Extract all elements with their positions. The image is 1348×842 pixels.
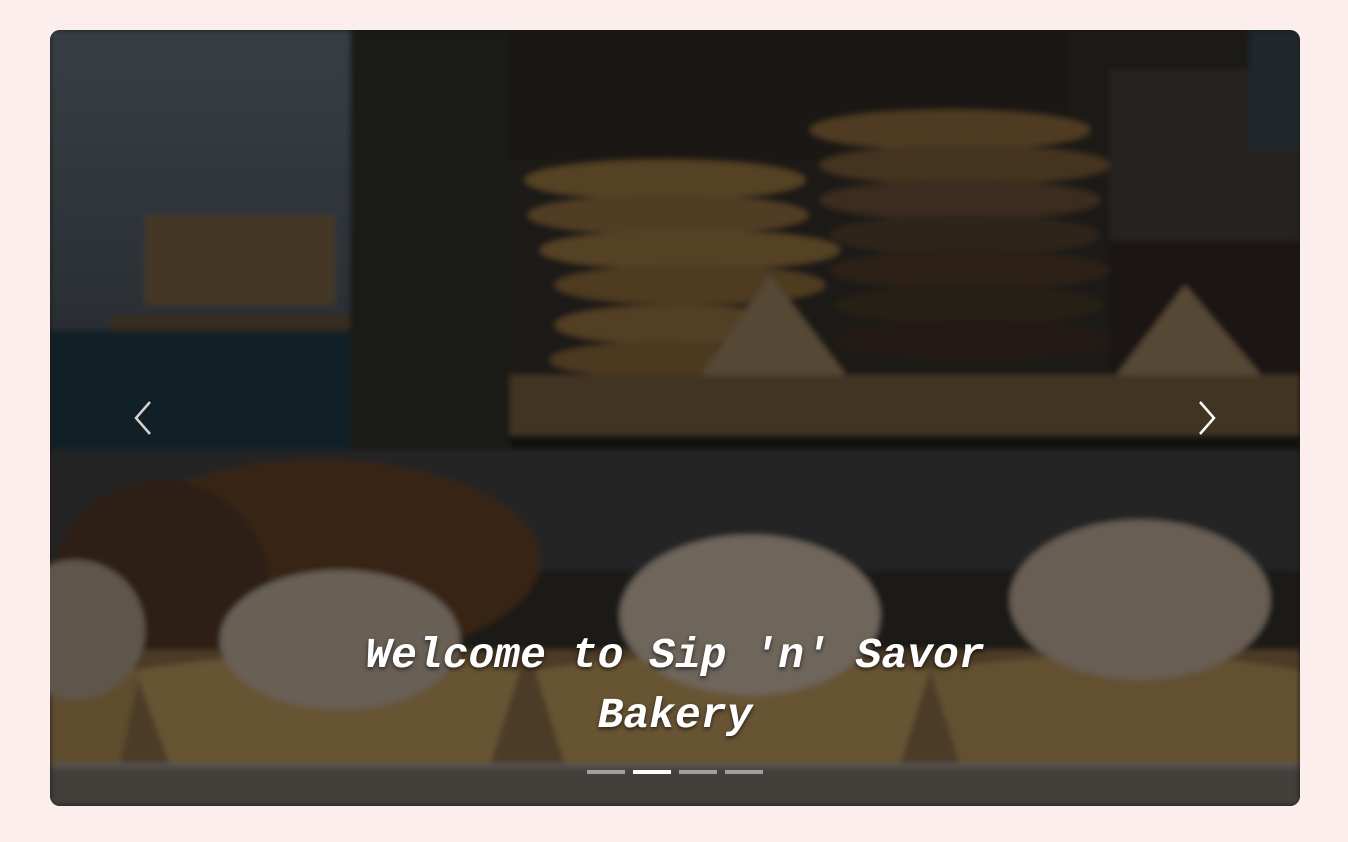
hero-carousel: Welcome to Sip 'n' Savor Bakery bbox=[50, 30, 1300, 806]
carousel-prev-button[interactable] bbox=[114, 378, 174, 458]
carousel-indicator-1[interactable] bbox=[587, 770, 625, 774]
carousel-indicator-4[interactable] bbox=[725, 770, 763, 774]
chevron-right-icon bbox=[1199, 401, 1216, 435]
chevron-left-icon bbox=[134, 401, 151, 435]
carousel-next-button[interactable] bbox=[1176, 378, 1236, 458]
carousel-indicator-3[interactable] bbox=[679, 770, 717, 774]
carousel-caption: Welcome to Sip 'n' Savor Bakery bbox=[365, 631, 985, 740]
carousel-indicators bbox=[50, 770, 1300, 774]
carousel-indicator-2[interactable] bbox=[633, 770, 671, 774]
